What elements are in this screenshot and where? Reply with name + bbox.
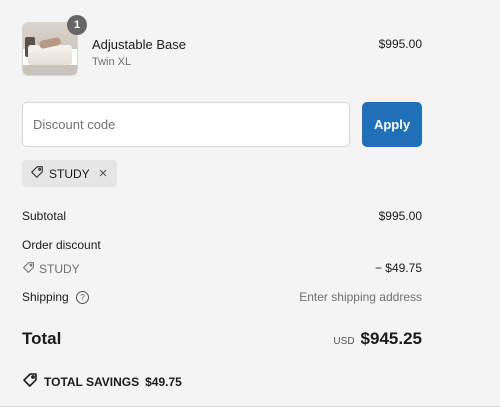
thumbnail-bed [28, 45, 72, 65]
subtotal-value: $995.00 [378, 209, 422, 223]
subtotal-label: Subtotal [22, 209, 67, 223]
product-price: $995.00 [378, 37, 422, 51]
applied-discount-chip: STUDY × [22, 160, 117, 187]
thumbnail-floor [23, 65, 77, 75]
tag-icon [22, 261, 35, 277]
shipping-label: Shipping [22, 290, 69, 304]
remove-discount-button[interactable]: × [99, 166, 108, 181]
shipping-label-group: Shipping ? [22, 290, 90, 304]
order-discount-label: Order discount [22, 238, 101, 252]
product-variant: Twin XL [92, 56, 132, 68]
discount-amount: − $49.75 [374, 261, 422, 275]
savings-value: $49.75 [145, 374, 182, 389]
discount-code-text: STUDY [39, 262, 80, 276]
discount-code-input[interactable] [22, 102, 350, 147]
applied-discount-code: STUDY [49, 166, 90, 181]
apply-button[interactable]: Apply [362, 102, 422, 147]
total-savings: TOTAL SAVINGS $49.75 [22, 372, 182, 391]
total-amount: $945.25 [360, 329, 422, 348]
tag-icon [22, 372, 38, 391]
total-label: Total [22, 329, 62, 348]
tag-icon [30, 165, 44, 182]
total-value-group: USD $945.25 [333, 329, 422, 349]
discount-code-line: STUDY [22, 261, 80, 277]
question-circle-icon[interactable]: ? [76, 291, 90, 304]
quantity-badge: 1 [67, 15, 87, 35]
product-name: Adjustable Base [92, 37, 186, 52]
savings-label: TOTAL SAVINGS [44, 374, 140, 389]
line-item: 1 Adjustable Base Twin XL $995.00 [22, 15, 422, 78]
currency-code: USD [333, 336, 355, 347]
shipping-value: Enter shipping address [299, 290, 422, 304]
total-row: Total USD $945.25 [22, 329, 422, 353]
